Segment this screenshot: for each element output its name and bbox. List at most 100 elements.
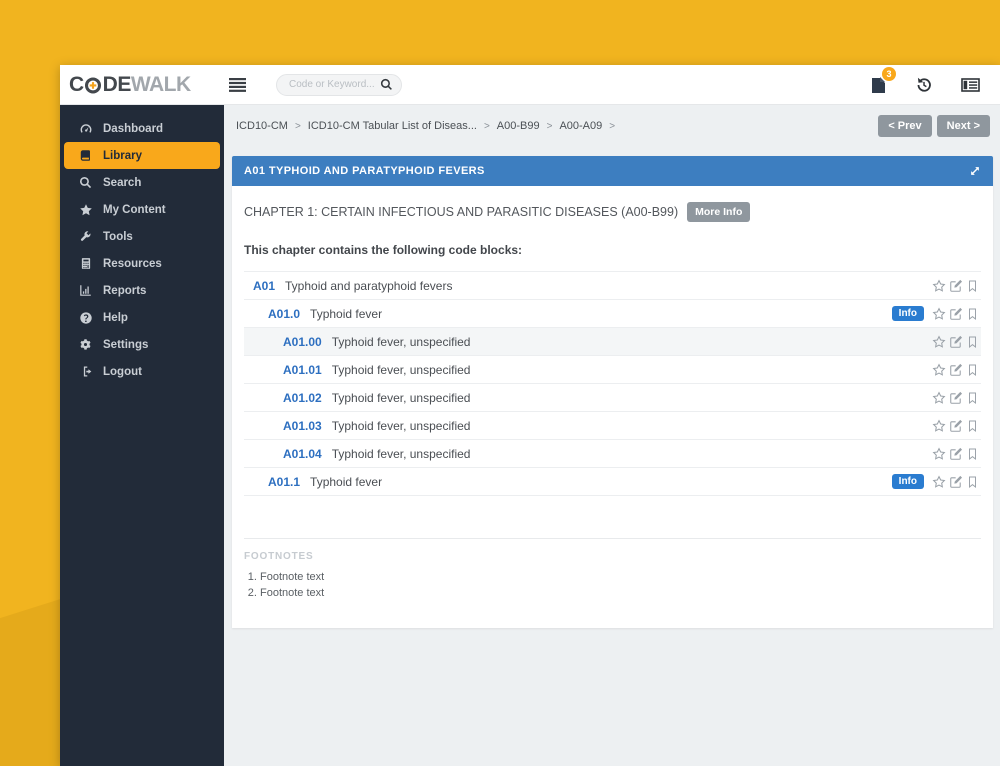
edit-icon[interactable] <box>949 307 963 321</box>
star-icon[interactable] <box>932 307 946 321</box>
list-panel-icon[interactable] <box>961 77 980 93</box>
app-logo: C DEWALK <box>60 74 215 95</box>
row-actions <box>932 335 981 349</box>
more-info-button[interactable]: More Info <box>687 202 750 222</box>
row-actions <box>932 391 981 405</box>
logout-icon <box>78 364 93 379</box>
breadcrumb-separator: > <box>484 121 490 132</box>
bookmark-icon[interactable] <box>966 335 979 349</box>
top-bar: C DEWALK <box>60 65 1000 105</box>
edit-icon[interactable] <box>949 335 963 349</box>
panel-title: A01 TYPHOID AND PARATYPHOID FEVERS <box>244 165 485 177</box>
dashboard-icon <box>78 121 93 136</box>
sidebar-item-help[interactable]: Help <box>64 304 220 331</box>
code-description: Typhoid fever, unspecified <box>332 391 471 405</box>
hamburger-menu-icon[interactable] <box>229 78 246 92</box>
edit-icon[interactable] <box>949 363 963 377</box>
search-icon <box>78 175 93 190</box>
code-row[interactable]: A01.03 Typhoid fever, unspecified <box>244 412 981 440</box>
breadcrumb-item[interactable]: ICD10-CM Tabular List of Diseas... <box>308 120 477 132</box>
code-row[interactable]: A01.01 Typhoid fever, unspecified <box>244 356 981 384</box>
sidebar-item-search[interactable]: Search <box>64 169 220 196</box>
breadcrumb-item[interactable]: A00-A09 <box>559 120 602 132</box>
sidebar-item-settings[interactable]: Settings <box>64 331 220 358</box>
code-row[interactable]: A01.0 Typhoid fever Info <box>244 300 981 328</box>
bookmark-icon[interactable] <box>966 363 979 377</box>
breadcrumb-separator: > <box>295 121 301 132</box>
prev-button[interactable]: < Prev <box>878 115 931 137</box>
code-link[interactable]: A01.1 <box>268 475 300 489</box>
star-icon[interactable] <box>932 335 946 349</box>
sidebar-item-reports[interactable]: Reports <box>64 277 220 304</box>
documents-button[interactable]: 3 <box>870 75 887 94</box>
breadcrumb: ICD10-CM > ICD10-CM Tabular List of Diseas… <box>236 120 622 132</box>
breadcrumb-separator: > <box>609 121 615 132</box>
breadcrumb-item[interactable]: ICD10-CM <box>236 120 288 132</box>
code-link[interactable]: A01.04 <box>283 447 322 461</box>
panel-body: CHAPTER 1: CERTAIN INFECTIOUS AND PARASI… <box>232 186 993 628</box>
sidebar-item-tools[interactable]: Tools <box>64 223 220 250</box>
expand-icon[interactable] <box>969 165 981 177</box>
code-row[interactable]: A01.02 Typhoid fever, unspecified <box>244 384 981 412</box>
gear-icon <box>78 337 93 352</box>
code-link[interactable]: A01.00 <box>283 335 322 349</box>
code-link[interactable]: A01.03 <box>283 419 322 433</box>
code-link[interactable]: A01.0 <box>268 307 300 321</box>
panel-intro: This chapter contains the following code… <box>244 243 981 257</box>
notification-badge: 3 <box>882 67 896 81</box>
calculator-icon <box>78 256 93 271</box>
code-description: Typhoid fever, unspecified <box>332 447 471 461</box>
star-icon[interactable] <box>932 447 946 461</box>
bookmark-icon[interactable] <box>966 279 979 293</box>
search-icon[interactable] <box>380 78 393 94</box>
edit-icon[interactable] <box>949 279 963 293</box>
footnotes-title: FOOTNOTES <box>244 551 981 562</box>
code-row[interactable]: A01.00 Typhoid fever, unspecified <box>244 328 981 356</box>
panel-header: A01 TYPHOID AND PARATYPHOID FEVERS <box>232 156 993 186</box>
code-row[interactable]: A01.1 Typhoid fever Info <box>244 468 981 496</box>
sidebar-item-library[interactable]: Library <box>64 142 220 169</box>
code-description: Typhoid fever, unspecified <box>332 363 471 377</box>
sidebar-item-resources[interactable]: Resources <box>64 250 220 277</box>
code-row[interactable]: A01.04 Typhoid fever, unspecified <box>244 440 981 468</box>
edit-icon[interactable] <box>949 391 963 405</box>
code-panel: A01 TYPHOID AND PARATYPHOID FEVERS CHAPT… <box>232 156 993 628</box>
edit-icon[interactable] <box>949 447 963 461</box>
code-link[interactable]: A01 <box>253 279 275 293</box>
info-badge[interactable]: Info <box>892 474 924 489</box>
breadcrumb-item[interactable]: A00-B99 <box>497 120 540 132</box>
bookmark-icon[interactable] <box>966 447 979 461</box>
bookmark-icon[interactable] <box>966 419 979 433</box>
footnote-list: Footnote textFootnote text <box>260 570 981 602</box>
chapter-heading-row: CHAPTER 1: CERTAIN INFECTIOUS AND PARASI… <box>244 202 981 222</box>
logo-text: DE <box>103 74 131 95</box>
sidebar-item-dashboard[interactable]: Dashboard <box>64 115 220 142</box>
bookmark-icon[interactable] <box>966 475 979 489</box>
bookmark-icon[interactable] <box>966 307 979 321</box>
bookmark-icon[interactable] <box>966 391 979 405</box>
next-button[interactable]: Next > <box>937 115 990 137</box>
edit-icon[interactable] <box>949 475 963 489</box>
desktop-background: C DEWALK <box>0 0 1000 766</box>
code-description: Typhoid fever, unspecified <box>332 335 471 349</box>
row-actions <box>932 447 981 461</box>
code-link[interactable]: A01.02 <box>283 391 322 405</box>
footnotes-section: FOOTNOTES Footnote textFootnote text <box>244 538 981 602</box>
history-icon[interactable] <box>915 76 933 94</box>
star-icon[interactable] <box>932 475 946 489</box>
code-description: Typhoid fever <box>310 475 382 489</box>
row-actions: Info <box>892 306 981 321</box>
code-link[interactable]: A01.01 <box>283 363 322 377</box>
star-icon[interactable] <box>932 279 946 293</box>
sidebar-item-my-content[interactable]: My Content <box>64 196 220 223</box>
edit-icon[interactable] <box>949 419 963 433</box>
star-icon[interactable] <box>932 363 946 377</box>
logo-text: WALK <box>131 74 191 95</box>
code-description: Typhoid and paratyphoid fevers <box>285 279 452 293</box>
info-badge[interactable]: Info <box>892 306 924 321</box>
code-row[interactable]: A01 Typhoid and paratyphoid fevers <box>244 272 981 300</box>
sidebar-item-logout[interactable]: Logout <box>64 358 220 385</box>
star-icon[interactable] <box>932 391 946 405</box>
pager: < Prev Next > <box>878 115 990 137</box>
star-icon[interactable] <box>932 419 946 433</box>
